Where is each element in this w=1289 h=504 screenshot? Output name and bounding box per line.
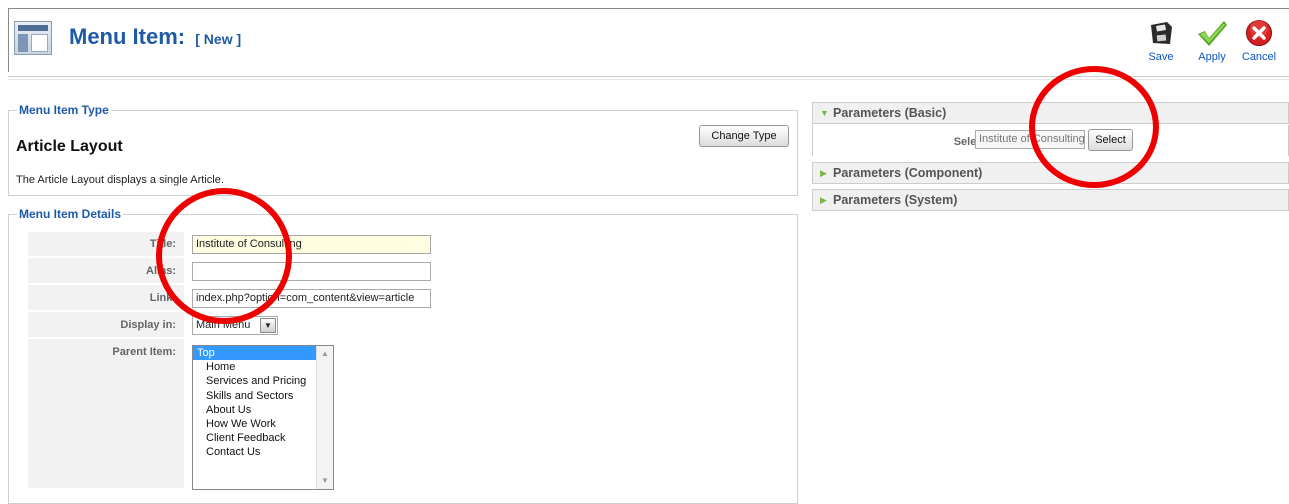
cancel-label: Cancel [1241, 51, 1277, 63]
parent-option[interactable]: Home [193, 360, 333, 374]
menu-item-type-legend: Menu Item Type [17, 103, 111, 117]
display-in-select[interactable]: Main Menu ▼ [192, 316, 278, 335]
parameters-basic-toggle[interactable]: ▼ Parameters (Basic) [812, 102, 1289, 124]
alias-label: Alias: [28, 258, 184, 284]
parameters-component-toggle[interactable]: ▶ Parameters (Component) [812, 162, 1289, 184]
title-label: Title: [28, 232, 184, 257]
parent-option[interactable]: Client Feedback [193, 431, 333, 445]
save-label: Save [1148, 51, 1174, 63]
parameters-system-title: Parameters (System) [833, 193, 958, 207]
parent-item-listbox[interactable]: Top Home Services and Pricing Skills and… [192, 345, 334, 490]
parent-option[interactable]: Contact Us [193, 445, 333, 459]
scroll-up-icon[interactable]: ▲ [317, 346, 333, 362]
cancel-x-icon [1246, 20, 1272, 46]
parameters-system-toggle[interactable]: ▶ Parameters (System) [812, 189, 1289, 211]
page-title-text: Menu Item: [69, 24, 186, 49]
scroll-down-icon[interactable]: ▼ [317, 473, 333, 489]
listbox-scrollbar[interactable]: ▲ ▼ [316, 346, 333, 489]
parent-option[interactable]: Top [193, 346, 316, 361]
parameters-basic-title: Parameters (Basic) [833, 106, 947, 120]
select-article-field[interactable]: Institute of Consulting [975, 130, 1085, 149]
cancel-button[interactable]: Cancel [1237, 15, 1281, 69]
caret-right-icon: ▶ [820, 195, 827, 205]
floppy-disk-icon [1151, 22, 1172, 44]
menu-manager-icon [14, 21, 52, 55]
alias-field[interactable] [192, 262, 431, 281]
page-title: Menu Item: [ New ] [69, 24, 241, 50]
link-label: Link: [28, 285, 184, 311]
parent-option[interactable]: How We Work [193, 417, 333, 431]
select-article-button[interactable]: Select [1088, 129, 1133, 151]
parent-option[interactable]: Services and Pricing [193, 374, 333, 388]
menu-type-title: Article Layout [16, 138, 123, 155]
save-button[interactable]: Save [1139, 15, 1183, 69]
display-in-label: Display in: [28, 312, 184, 338]
parent-item-label: Parent Item: [28, 339, 184, 489]
link-field[interactable]: index.php?option=com_content&view=articl… [192, 289, 431, 308]
caret-right-icon: ▶ [820, 168, 827, 178]
apply-button[interactable]: Apply [1190, 15, 1234, 69]
toolbar: Menu Item: [ New ] Save Apply Cancel [8, 8, 1289, 72]
title-field[interactable]: Institute of Consulting [192, 235, 431, 254]
change-type-button[interactable]: Change Type [699, 125, 789, 147]
select-article-row: Select Article Institute of Consulting S… [812, 125, 1289, 156]
apply-label: Apply [1198, 51, 1226, 63]
toolbar-divider [8, 76, 1289, 80]
caret-down-icon: ▼ [820, 108, 829, 118]
display-in-value: Main Menu [196, 319, 251, 331]
chevron-down-icon[interactable]: ▼ [260, 318, 276, 333]
parent-option[interactable]: Skills and Sectors [193, 389, 333, 403]
menu-item-details-legend: Menu Item Details [17, 207, 124, 221]
parameters-component-title: Parameters (Component) [833, 166, 983, 180]
page-subtitle: [ New ] [195, 31, 242, 47]
menu-type-description: The Article Layout displays a single Art… [16, 174, 224, 186]
checkmark-icon [1198, 21, 1227, 46]
parent-option[interactable]: About Us [193, 403, 333, 417]
